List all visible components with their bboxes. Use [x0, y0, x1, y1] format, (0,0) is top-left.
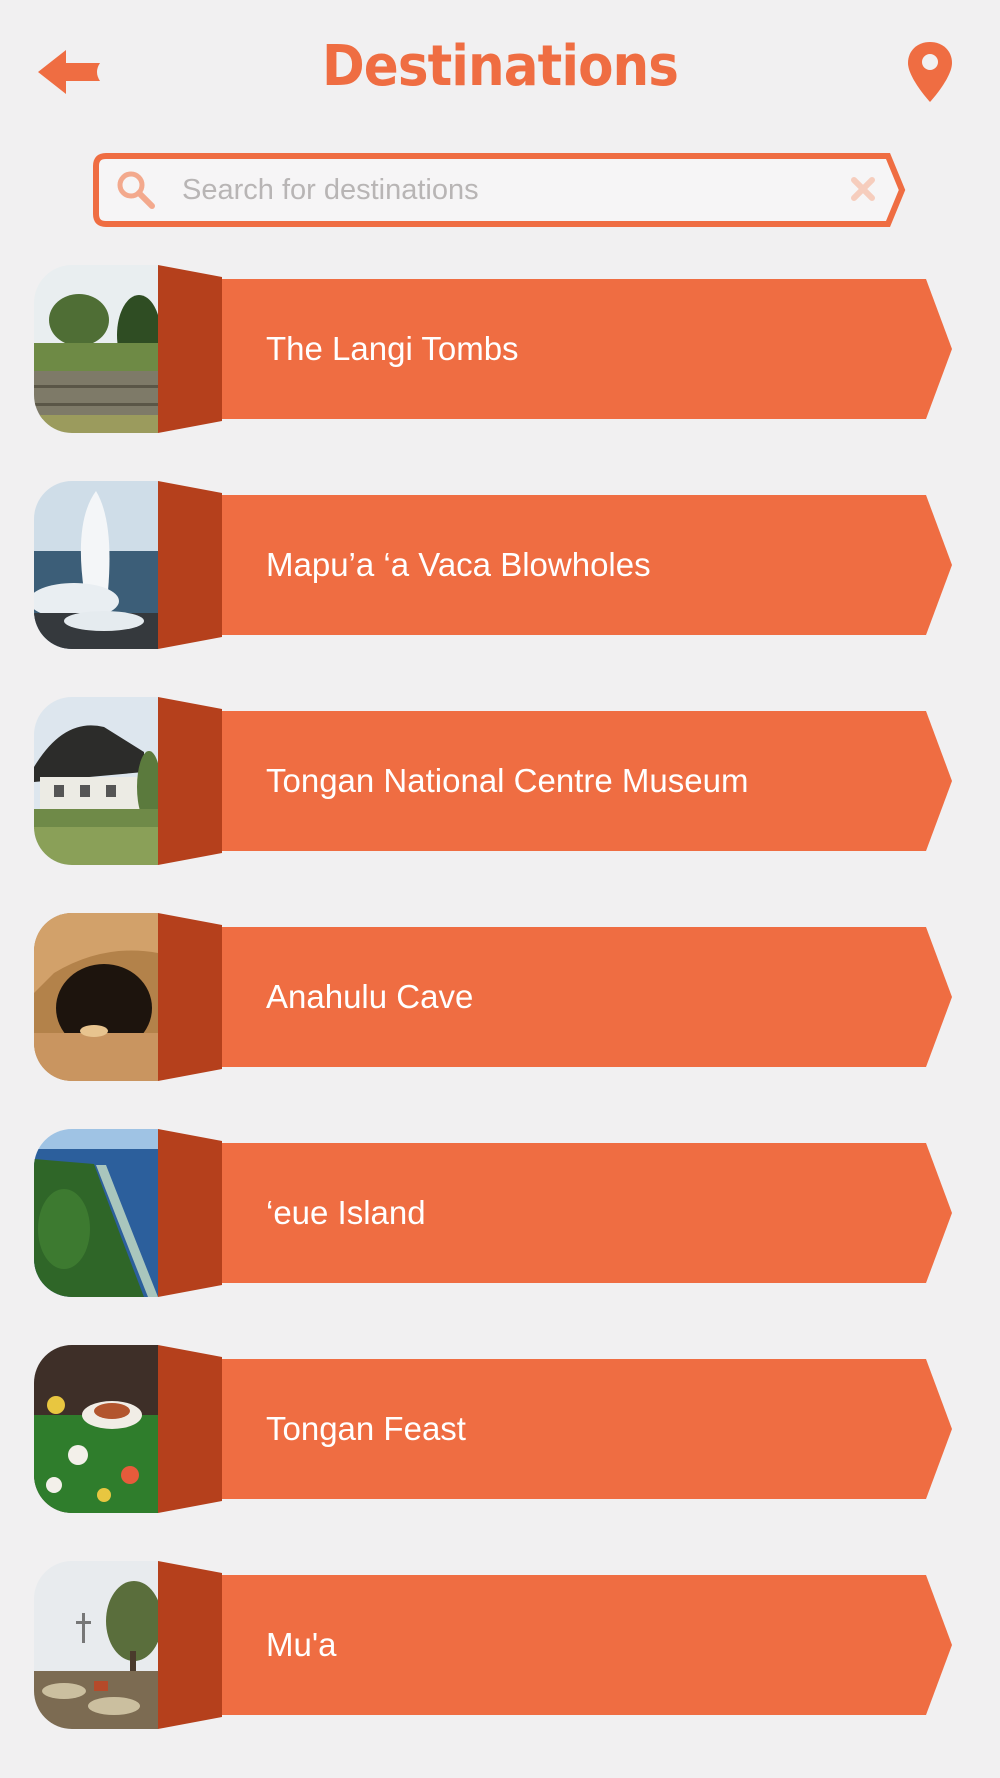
- ocean-blowhole-spray-photo: [34, 481, 158, 649]
- banner-fold: [158, 1129, 222, 1297]
- destination-label: Mapu’a ‘a Vaca Blowholes: [266, 546, 651, 583]
- banner-fold: [158, 913, 222, 1081]
- banner-fold: [158, 481, 222, 649]
- thatched-museum-building-photo: [34, 697, 158, 865]
- destination-label: Tongan National Centre Museum: [266, 762, 749, 799]
- map-button[interactable]: [906, 40, 954, 106]
- list-item[interactable]: The Langi Tombs: [34, 265, 954, 433]
- list-item[interactable]: Anahulu Cave: [34, 913, 954, 1081]
- cave-interior-photo: [34, 913, 158, 1081]
- destination-label: The Langi Tombs: [266, 330, 519, 367]
- feast-food-table-photo: [34, 1345, 158, 1513]
- close-icon[interactable]: [848, 174, 878, 204]
- search-bar: [92, 152, 908, 228]
- map-pin-icon: [908, 42, 952, 102]
- top-bar: Destinations: [0, 0, 1000, 140]
- page-title: Destinations: [321, 34, 679, 99]
- banner-fold: [158, 1345, 222, 1513]
- banner-fold: [158, 1561, 222, 1729]
- destination-label: Anahulu Cave: [266, 978, 474, 1015]
- search-icon: [116, 170, 156, 210]
- destination-label: ‘eue Island: [266, 1194, 426, 1231]
- stone-tomb-terraces-photo: [34, 265, 158, 433]
- banner-fold: [158, 697, 222, 865]
- list-item[interactable]: Mu'a: [34, 1561, 954, 1729]
- list-item[interactable]: Tongan National Centre Museum: [34, 697, 954, 865]
- list-item[interactable]: ‘eue Island: [34, 1129, 954, 1297]
- banner-fold: [158, 265, 222, 433]
- destination-label: Tongan Feast: [266, 1410, 466, 1447]
- search-input[interactable]: [182, 166, 802, 214]
- graveyard-trees-photo: [34, 1561, 158, 1729]
- destination-label: Mu'a: [266, 1626, 337, 1663]
- island-coastline-aerial-photo: [34, 1129, 158, 1297]
- list-item[interactable]: Tongan Feast: [34, 1345, 954, 1513]
- list-item[interactable]: Mapu’a ‘a Vaca Blowholes: [34, 481, 954, 649]
